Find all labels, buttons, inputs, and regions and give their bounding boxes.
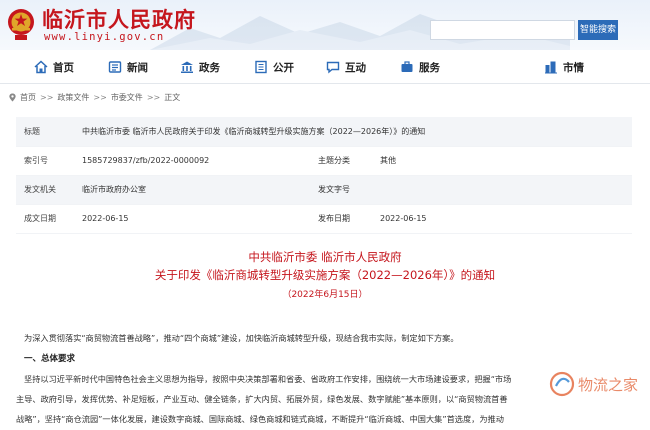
main-nav: 首页 新闻 政务 公开 互动 服务 市情	[0, 50, 650, 84]
nav-item-disclosure[interactable]: 公开	[254, 50, 294, 84]
article-intro: 为深入贯彻落实“商贸物流首善战略”，推动“四个商城”建设，加快临沂商城转型升级，…	[24, 333, 459, 343]
breadcrumb-home[interactable]: 首页	[20, 92, 36, 103]
search-input[interactable]	[430, 20, 575, 40]
article-title-line1: 中共临沂市委 临沂市人民政府	[248, 250, 402, 264]
service-icon	[401, 61, 413, 72]
home-icon	[34, 60, 48, 74]
meta-created-label: 成文日期	[16, 204, 74, 234]
nav-item-service[interactable]: 服务	[400, 50, 440, 84]
breadcrumb: 首页 >> 政策文件 >> 市委文件 >> 正文	[8, 92, 180, 103]
meta-docno-label: 发文字号	[310, 175, 372, 205]
nav-item-home[interactable]: 首页	[34, 50, 74, 84]
meta-index-value: 1585729837/zfb/2022-0000092	[74, 146, 310, 176]
section-heading-general: 一、总体要求	[24, 354, 76, 364]
nav-label-interaction: 互动	[345, 61, 366, 74]
meta-title-value: 中共临沂市委 临沂市人民政府关于印发《临沂商城转型升级实施方案（2022—202…	[74, 117, 632, 147]
document-metadata-table: 标题 中共临沂市委 临沂市人民政府关于印发《临沂商城转型升级实施方案（2022—…	[16, 117, 632, 234]
breadcrumb-separator: >>	[146, 93, 161, 102]
meta-title-label: 标题	[16, 117, 74, 147]
government-icon	[181, 61, 193, 73]
city-info-icon	[545, 61, 557, 74]
nav-label-government: 政务	[199, 61, 220, 74]
meta-issuer-value: 临沂市政府办公室	[74, 175, 310, 205]
nav-item-interaction[interactable]: 互动	[326, 50, 366, 84]
site-url: www.linyi.gov.cn	[44, 31, 165, 43]
nav-label-service: 服务	[419, 61, 440, 74]
nav-item-city-info[interactable]: 市情	[544, 50, 584, 84]
breadcrumb-policy-files[interactable]: 政策文件	[57, 92, 89, 103]
site-title[interactable]: 临沂市人民政府	[42, 4, 196, 34]
meta-topic-label: 主题分类	[310, 146, 372, 176]
nav-label-disclosure: 公开	[273, 61, 294, 74]
nav-label-news: 新闻	[127, 61, 148, 74]
breadcrumb-separator: >>	[40, 93, 54, 102]
nav-label-city-info: 市情	[563, 61, 584, 74]
article-paragraph-line: 战略”，坚持“商仓流园”一体化发展，建设数字商城、国际商城、绿色商城和链式商城，…	[16, 414, 504, 424]
disclosure-icon	[255, 60, 267, 74]
meta-topic-value: 其他	[372, 146, 632, 176]
meta-row-dates: 成文日期 2022-06-15 发布日期 2022-06-15	[16, 204, 632, 234]
breadcrumb-separator: >>	[93, 93, 107, 102]
meta-index-label: 索引号	[16, 146, 74, 176]
meta-published-label: 发布日期	[310, 204, 372, 234]
location-icon	[9, 93, 16, 102]
nav-item-government[interactable]: 政务	[180, 50, 220, 84]
site-header: 临沂市人民政府 www.linyi.gov.cn 智能搜索	[0, 0, 650, 50]
meta-row-title: 标题 中共临沂市委 临沂市人民政府关于印发《临沂商城转型升级实施方案（2022—…	[16, 117, 632, 147]
page: 临沂市人民政府 www.linyi.gov.cn 智能搜索 首页 新闻 政务 公…	[0, 0, 650, 430]
nav-label-home: 首页	[53, 61, 74, 74]
article-paragraph-line: 坚持以习近平新时代中国特色社会主义思想为指导，按照中央决策部署和省委、省政府工作…	[24, 374, 512, 384]
breadcrumb-committee-files[interactable]: 市委文件	[111, 92, 143, 103]
meta-published-value: 2022-06-15	[372, 204, 632, 234]
news-icon	[108, 61, 122, 73]
smart-search-button[interactable]: 智能搜索	[578, 20, 618, 40]
article-title-line2: 关于印发《临沂商城转型升级实施方案（2022—2026年）》的通知	[154, 268, 496, 282]
meta-docno-value	[372, 175, 632, 205]
meta-created-value: 2022-06-15	[74, 204, 310, 234]
interaction-icon	[326, 61, 340, 74]
national-emblem-icon	[8, 9, 34, 40]
wuliu-watermark-logo: 物流之家	[549, 371, 638, 397]
article-date: （2022年6月15日）	[282, 290, 368, 300]
breadcrumb-current: 正文	[164, 93, 181, 102]
nav-item-news[interactable]: 新闻	[108, 50, 148, 84]
article-paragraph-line: 主导、政府引导，发挥优势、补足短板，产业互动、健全链条，扩大内贸、拓展外贸，绿色…	[16, 394, 508, 404]
meta-issuer-label: 发文机关	[16, 175, 74, 205]
meta-row-issuer: 发文机关 临沂市政府办公室 发文字号	[16, 175, 632, 205]
meta-row-index: 索引号 1585729837/zfb/2022-0000092 主题分类 其他	[16, 146, 632, 176]
watermark-text: 物流之家	[578, 376, 638, 394]
